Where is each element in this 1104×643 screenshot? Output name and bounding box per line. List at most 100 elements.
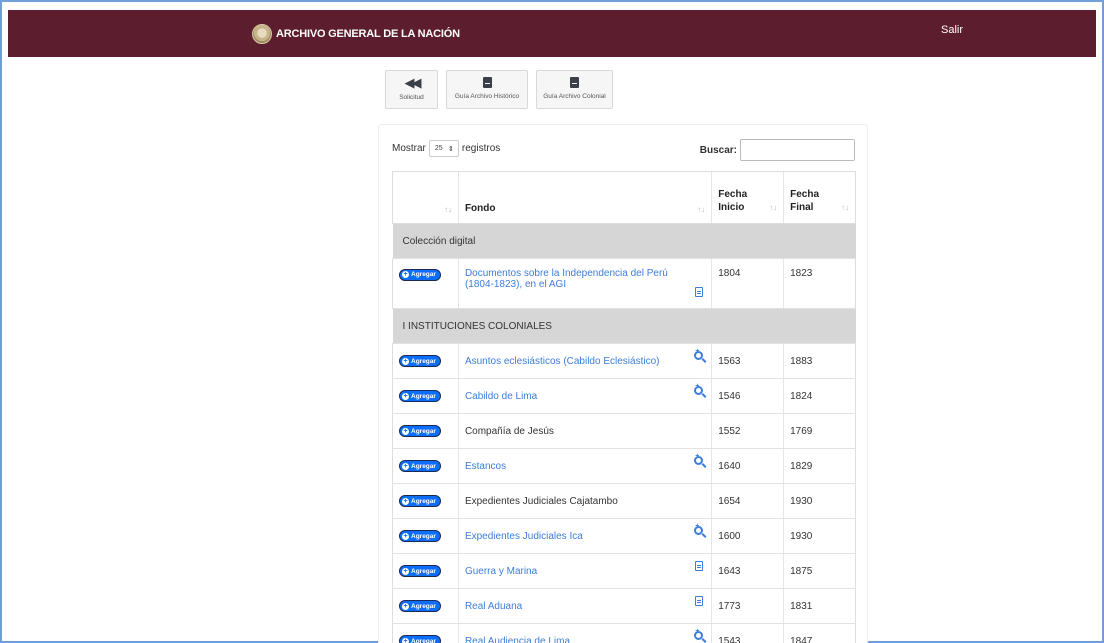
fondo-link[interactable]: Guerra y Marina (465, 566, 537, 577)
plus-circle-icon: + (402, 532, 409, 540)
col-fondo-label: Fondo (464, 203, 496, 214)
guide-buttons: ◀◀ Solicitud Guía Archivo Histórico Guía… (385, 70, 613, 109)
agregar-label: Agregar (411, 497, 436, 505)
agregar-label: Agregar (411, 567, 436, 575)
fecha-final-cell: 1823 (783, 258, 856, 309)
sort-caret-icon: ⇕ (448, 145, 454, 153)
guia-historico-label: Guía Archivo Histórico (454, 93, 520, 100)
col-header-fondo[interactable]: Fondo ↑↓ (457, 171, 712, 224)
fecha-final-cell: 1930 (783, 483, 856, 519)
group-name: Colección digital (392, 223, 856, 259)
fondo-cell: Cabildo de Lima (457, 378, 712, 414)
action-cell: + Agregar (392, 448, 459, 484)
fecha-inicio-cell: 1552 (711, 413, 784, 449)
page-size-value: 25 (434, 145, 443, 152)
action-cell: + Agregar (392, 623, 459, 643)
sort-arrows-icon: ↑↓ (769, 203, 778, 212)
backward-icon: ◀◀ (404, 75, 422, 90)
table-row: + Agregar Asuntos eclesiásticos (Cabildo E… (392, 343, 856, 379)
guia-colonial-label: Guía Archivo Colonial (543, 93, 606, 100)
sort-arrows-icon: ↑↓ (443, 205, 452, 214)
page-size-select[interactable]: 25 ⇕ (428, 140, 459, 157)
fecha-inicio-cell: 1654 (711, 483, 784, 519)
document-icon[interactable] (695, 561, 704, 574)
agregar-button[interactable]: + Agregar (399, 635, 441, 643)
fondo-link[interactable]: Asuntos eclesiásticos (Cabildo Eclesiást… (465, 356, 660, 367)
guia-colonial-button[interactable]: Guía Archivo Colonial (536, 70, 613, 109)
col-final-label-2: Final (790, 202, 814, 213)
fondo-link[interactable]: Documentos sobre la Independencia del Pe… (465, 268, 668, 290)
plus-circle-icon: + (402, 602, 409, 610)
document-icon[interactable] (695, 287, 704, 300)
fecha-final-cell: 1847 (783, 623, 856, 643)
agregar-button[interactable]: + Agregar (399, 390, 441, 403)
fecha-inicio-cell: 1600 (711, 518, 784, 554)
guia-historico-button[interactable]: Guía Archivo Histórico (446, 70, 528, 109)
table-row: +Agregar Cabildo de Lima 15461824 (392, 378, 856, 414)
fecha-inicio-cell: 1563 (711, 343, 784, 379)
fondo-link[interactable]: Cabildo de Lima (465, 391, 537, 402)
agregar-button[interactable]: + Agregar (399, 495, 441, 508)
agregar-button[interactable]: + Agregar (399, 355, 441, 368)
zoom-in-icon[interactable] (694, 348, 704, 363)
table-row: +Agregar Expedientes Judiciales Ica 160019… (392, 518, 856, 554)
logout-link[interactable]: Salir (941, 24, 963, 36)
plus-circle-icon: + (402, 392, 409, 400)
search-input[interactable] (740, 139, 855, 161)
fecha-final-cell: 1824 (783, 378, 856, 414)
zoom-in-icon[interactable] (694, 453, 704, 468)
action-cell: + Agregar (392, 588, 459, 624)
brand-title: ARCHIVO GENERAL DE LA NACIÓN (276, 28, 460, 40)
fondo-name: Expedientes Judiciales Cajatambo (464, 495, 618, 507)
agregar-button[interactable]: + Agregar (399, 268, 441, 281)
col-inicio-label-2: Inicio (718, 202, 745, 213)
agregar-button[interactable]: + Agregar (399, 460, 441, 473)
plus-circle-icon: + (402, 427, 409, 435)
fondo-name: Compañía de Jesús (464, 425, 554, 437)
fondo-cell: Compañía de Jesús (457, 413, 712, 449)
book-icon (482, 77, 492, 88)
search-label: Buscar: (699, 144, 737, 156)
solicitud-button[interactable]: ◀◀ Solicitud (385, 70, 438, 109)
plus-circle-icon: + (402, 271, 409, 278)
table-row: +Agregar Estancos 16401829 (392, 448, 856, 484)
solicitud-label: Solicitud (399, 94, 424, 101)
zoom-in-icon[interactable] (694, 383, 704, 398)
col-header-fecha-final[interactable]: Fecha Final ↑↓ (783, 171, 856, 224)
fecha-final-cell: 1875 (783, 553, 856, 589)
book-icon (570, 77, 579, 88)
action-cell: + Agregar (392, 553, 459, 589)
fecha-final-cell: 1930 (783, 518, 856, 554)
page-length-control: Mostrar 25 ⇕ registros (392, 140, 500, 157)
agregar-label: Agregar (411, 532, 436, 540)
fondo-link[interactable]: Estancos (465, 461, 506, 472)
fondo-link[interactable]: Expedientes Judiciales Ica (465, 531, 583, 542)
fondo-link[interactable]: Real Audiencia de Lima (465, 636, 570, 643)
agregar-label: Agregar (411, 637, 436, 643)
action-cell: + Agregar (392, 518, 459, 554)
agregar-button[interactable]: + Agregar (399, 600, 441, 613)
brand[interactable]: ARCHIVO GENERAL DE LA NACIÓN (252, 24, 460, 44)
fecha-final-cell: 1829 (783, 448, 856, 484)
fondo-link[interactable]: Real Aduana (465, 601, 522, 612)
group-row: Colección digital (392, 223, 856, 259)
action-cell: + Agregar (392, 258, 459, 309)
zoom-in-icon[interactable] (694, 628, 704, 643)
fecha-inicio-cell: 1804 (711, 258, 784, 309)
document-icon[interactable] (695, 596, 704, 609)
action-cell: + Agregar (392, 413, 459, 449)
agregar-label: Agregar (411, 271, 436, 278)
col-header-action[interactable]: ↑↓ (392, 171, 459, 224)
agregar-button[interactable]: + Agregar (399, 565, 441, 578)
plus-circle-icon: + (402, 357, 409, 365)
plus-circle-icon: + (402, 567, 409, 575)
agregar-label: Agregar (411, 427, 436, 435)
zoom-in-icon[interactable] (694, 523, 704, 538)
agregar-button[interactable]: + Agregar (399, 530, 441, 543)
agregar-button[interactable]: + Agregar (399, 425, 441, 438)
records-label: registros (461, 143, 501, 154)
action-cell: + Agregar (392, 343, 459, 379)
fecha-inicio-cell: 1543 (711, 623, 784, 643)
table-row: + Agregar Guerra y Marina 1643 1875 (392, 553, 856, 589)
col-header-fecha-inicio[interactable]: Fecha Inicio ↑↓ (711, 171, 784, 224)
